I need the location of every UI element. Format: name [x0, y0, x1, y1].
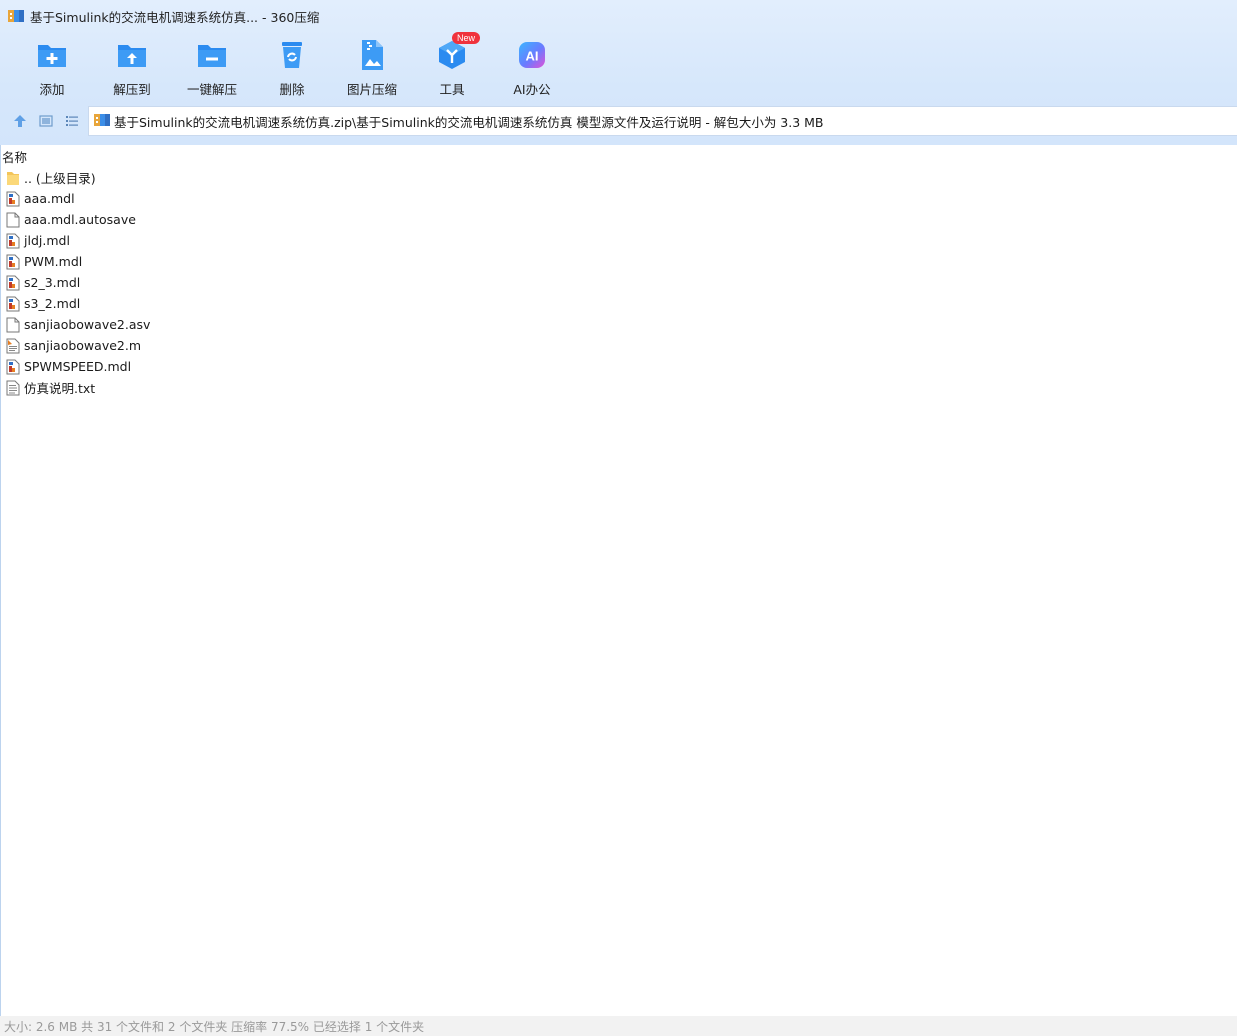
- file-rows: .. (上级目录) aaa.mdl aaa.mdl.autosave jldj.…: [1, 167, 150, 398]
- list-item[interactable]: aaa.mdl: [1, 188, 150, 209]
- list-item[interactable]: sanjiaobowave2.asv: [1, 314, 150, 335]
- tools-button[interactable]: New 工具: [412, 32, 492, 98]
- add-button[interactable]: 添加: [12, 36, 92, 98]
- list-view-button[interactable]: [59, 108, 85, 134]
- column-header-name[interactable]: 名称: [1, 145, 1237, 167]
- new-badge: New: [452, 32, 481, 44]
- title-bar: 基于Simulink的交流电机调速系统仿真... - 360压缩: [0, 0, 1237, 32]
- list-item[interactable]: .. (上级目录): [1, 167, 150, 188]
- text-file-icon: [6, 380, 20, 396]
- list-view-icon: [66, 116, 78, 126]
- ai-office-icon: AI: [515, 38, 549, 72]
- add-button-label: 添加: [39, 82, 65, 97]
- one-click-extract-button[interactable]: 一键解压: [172, 36, 252, 98]
- extract-to-button-label: 解压到: [113, 82, 151, 97]
- list-item-name: aaa.mdl: [24, 191, 75, 206]
- ai-office-button-label: AI办公: [513, 82, 551, 97]
- list-item-name: .. (上级目录): [24, 171, 96, 186]
- blank-file-icon: [6, 212, 20, 228]
- recycle-bin-icon: [275, 38, 309, 72]
- list-item-name: sanjiaobowave2.asv: [24, 317, 151, 332]
- arrow-up-icon: [14, 115, 26, 127]
- address-bar[interactable]: 基于Simulink的交流电机调速系统仿真.zip\基于Simulink的交流电…: [88, 106, 1237, 136]
- one-click-extract-button-label: 一键解压: [186, 82, 237, 97]
- ai-office-button[interactable]: AI AI办公: [492, 36, 572, 98]
- up-level-button[interactable]: [7, 108, 33, 134]
- navigation-bar: 基于Simulink的交流电机调速系统仿真.zip\基于Simulink的交流电…: [0, 106, 1237, 136]
- list-item-name: s3_2.mdl: [24, 296, 81, 311]
- address-path: 基于Simulink的交流电机调速系统仿真.zip\基于Simulink的交流电…: [114, 114, 824, 130]
- mdl-file-icon: [6, 275, 20, 291]
- status-text: 大小: 2.6 MB 共 31 个文件和 2 个文件夹 压缩率 77.5% 已经…: [4, 1019, 425, 1034]
- column-header-name-label: 名称: [2, 149, 28, 165]
- tools-button-label: 工具: [439, 82, 465, 97]
- m-file-icon: [6, 338, 20, 354]
- add-folder-icon: [35, 38, 69, 72]
- list-item-name: jldj.mdl: [24, 233, 70, 248]
- list-item[interactable]: aaa.mdl.autosave: [1, 209, 150, 230]
- list-item-name: aaa.mdl.autosave: [24, 212, 136, 227]
- list-item[interactable]: SPWMSPEED.mdl: [1, 356, 150, 377]
- toolbar: 添加 解压到 一键解压 删除 图片压缩 New 工具 AI AI办公: [12, 32, 572, 98]
- window-title: 基于Simulink的交流电机调速系统仿真... - 360压缩: [30, 9, 320, 25]
- list-item[interactable]: sanjiaobowave2.m: [1, 335, 150, 356]
- mdl-file-icon: [6, 296, 20, 312]
- archive-app-icon: [8, 9, 24, 23]
- status-bar: 大小: 2.6 MB 共 31 个文件和 2 个文件夹 压缩率 77.5% 已经…: [0, 1016, 1237, 1036]
- list-item-name: s2_3.mdl: [24, 275, 81, 290]
- thumbnail-view-button[interactable]: [33, 108, 59, 134]
- svg-text:AI: AI: [526, 49, 539, 64]
- image-compress-button[interactable]: 图片压缩: [332, 36, 412, 98]
- tools-cube-icon: New: [435, 32, 481, 72]
- list-item[interactable]: s2_3.mdl: [1, 272, 150, 293]
- list-item-name: PWM.mdl: [24, 254, 83, 269]
- archive-path-icon: [94, 113, 110, 130]
- one-click-extract-icon: [195, 38, 229, 72]
- list-item[interactable]: PWM.mdl: [1, 251, 150, 272]
- extract-to-folder-icon: [115, 38, 149, 72]
- mdl-file-icon: [6, 191, 20, 207]
- mdl-file-icon: [6, 254, 20, 270]
- list-item[interactable]: 仿真说明.txt: [1, 377, 150, 398]
- file-list: 名称 .. (上级目录) aaa.mdl aaa.mdl.autosave jl…: [0, 145, 1237, 1016]
- mdl-file-icon: [6, 233, 20, 249]
- window-header: 基于Simulink的交流电机调速系统仿真... - 360压缩 添加 解压到 …: [0, 0, 1237, 145]
- list-item[interactable]: s3_2.mdl: [1, 293, 150, 314]
- image-compress-icon: [355, 38, 389, 72]
- delete-button-label: 删除: [279, 82, 305, 97]
- mdl-file-icon: [6, 359, 20, 375]
- blank-file-icon: [6, 317, 20, 333]
- list-item-name: SPWMSPEED.mdl: [24, 359, 132, 374]
- folder-icon: [6, 170, 20, 186]
- delete-button[interactable]: 删除: [252, 36, 332, 98]
- list-item[interactable]: jldj.mdl: [1, 230, 150, 251]
- thumbnail-view-icon: [39, 115, 53, 127]
- list-item-name: sanjiaobowave2.m: [24, 338, 142, 353]
- image-compress-button-label: 图片压缩: [346, 82, 397, 97]
- extract-to-button[interactable]: 解压到: [92, 36, 172, 98]
- list-item-name: 仿真说明.txt: [24, 381, 96, 396]
